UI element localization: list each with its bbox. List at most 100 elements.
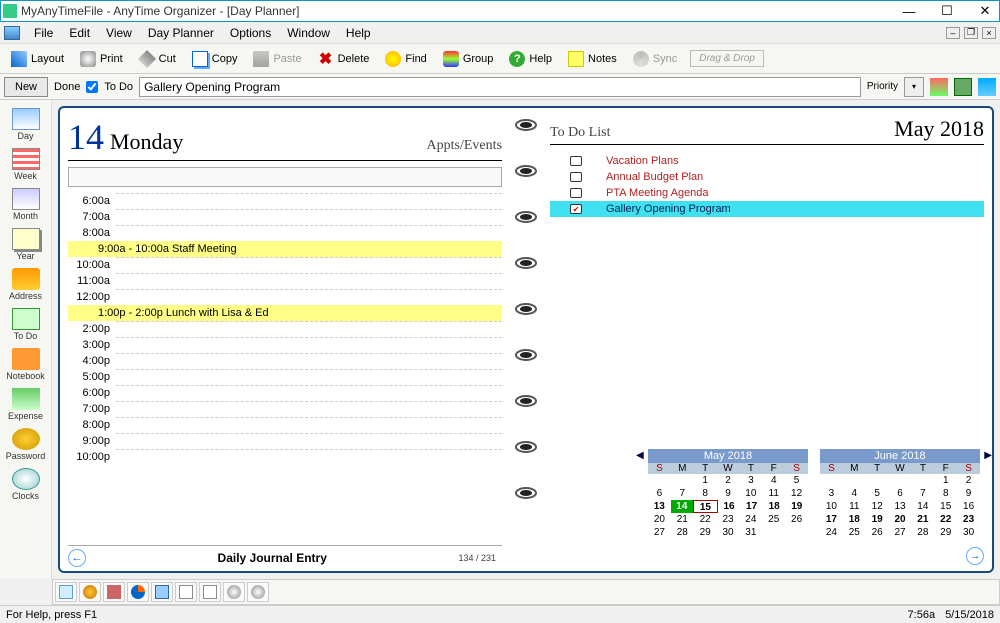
cal-day[interactable]: 21 <box>911 513 934 526</box>
copy-button[interactable]: Copy <box>185 47 245 71</box>
cal-day[interactable]: 13 <box>889 500 912 513</box>
help-button[interactable]: ?Help <box>502 47 559 71</box>
mini-cal-june[interactable]: June 2018 ▶ SMTWTFS123456789101112131415… <box>820 449 980 539</box>
nav-month[interactable]: Month <box>2 184 49 224</box>
cal-day[interactable] <box>820 474 843 487</box>
close-button[interactable]: ✕ <box>973 2 997 20</box>
cal-day[interactable]: 25 <box>762 513 785 526</box>
todo-check[interactable] <box>570 172 582 182</box>
nav-todo[interactable]: To Do <box>2 304 49 344</box>
time-slot[interactable] <box>116 225 502 241</box>
nav-day[interactable]: Day <box>2 104 49 144</box>
cal-day[interactable]: 4 <box>762 474 785 487</box>
cal-prev-button[interactable]: ◀ <box>636 450 644 461</box>
print-button[interactable]: Print <box>73 47 130 71</box>
menu-view[interactable]: View <box>98 24 140 42</box>
paste-button[interactable]: Paste <box>246 47 308 71</box>
cal-day[interactable]: 30 <box>717 526 740 539</box>
bt-4[interactable] <box>127 582 149 602</box>
cal-day[interactable]: 24 <box>820 526 843 539</box>
cal-day[interactable] <box>785 526 808 539</box>
cal-day[interactable]: 17 <box>820 513 843 526</box>
cal-day[interactable] <box>866 474 889 487</box>
nav-year[interactable]: Year <box>2 224 49 264</box>
cal-day[interactable]: 8 <box>694 487 717 500</box>
app-menu-icon[interactable] <box>4 26 20 40</box>
bt-7[interactable] <box>199 582 221 602</box>
time-row[interactable]: 3:00p <box>68 337 502 353</box>
time-slot[interactable] <box>116 209 502 225</box>
cal-day[interactable]: 18 <box>763 500 786 513</box>
bt-6[interactable] <box>175 582 197 602</box>
time-row[interactable]: 11:00a <box>68 273 502 289</box>
delete-button[interactable]: ✖Delete <box>311 47 377 71</box>
nav-notebook[interactable]: Notebook <box>2 344 49 384</box>
tool-icon-c[interactable] <box>978 78 996 96</box>
time-row[interactable]: 8:00p <box>68 417 502 433</box>
cal-day[interactable]: 9 <box>957 487 980 500</box>
tool-icon-b[interactable] <box>954 78 972 96</box>
todo-row[interactable]: PTA Meeting Agenda <box>550 185 984 201</box>
time-row[interactable]: 4:00p <box>68 353 502 369</box>
todo-checkbox[interactable] <box>86 81 98 93</box>
cal-day[interactable]: 16 <box>718 500 741 513</box>
next-day-button[interactable]: → <box>966 547 984 565</box>
todo-check[interactable] <box>570 188 582 198</box>
mdi-minimize[interactable]: – <box>946 27 960 39</box>
prev-day-button[interactable]: ← <box>68 549 86 567</box>
cal-day[interactable]: 5 <box>866 487 889 500</box>
time-slot[interactable] <box>116 337 502 353</box>
cal-day[interactable]: 3 <box>820 487 843 500</box>
cal-day[interactable]: 23 <box>717 513 740 526</box>
layout-button[interactable]: Layout <box>4 47 71 71</box>
nav-password[interactable]: Password <box>2 424 49 464</box>
time-row[interactable]: 10:00a <box>68 257 502 273</box>
cal-day[interactable]: 5 <box>785 474 808 487</box>
cal-day[interactable]: 22 <box>934 513 957 526</box>
cal-day[interactable]: 8 <box>934 487 957 500</box>
cal-day[interactable]: 20 <box>889 513 912 526</box>
nav-address[interactable]: Address <box>2 264 49 304</box>
menu-file[interactable]: File <box>26 24 61 42</box>
cal-day[interactable]: 24 <box>739 513 762 526</box>
new-button[interactable]: New <box>4 77 48 97</box>
notes-button[interactable]: Notes <box>561 47 624 71</box>
cal-day[interactable]: 10 <box>739 487 762 500</box>
todo-check[interactable] <box>570 156 582 166</box>
cal-day[interactable]: 15 <box>934 500 957 513</box>
cal-day[interactable]: 2 <box>957 474 980 487</box>
time-slot[interactable] <box>116 433 502 449</box>
time-row[interactable]: 5:00p <box>68 369 502 385</box>
cal-day[interactable] <box>843 474 866 487</box>
mdi-restore[interactable]: ❐ <box>964 27 978 39</box>
cal-day[interactable]: 25 <box>843 526 866 539</box>
todo-row[interactable]: Vacation Plans <box>550 153 984 169</box>
cal-day[interactable] <box>671 474 694 487</box>
cal-day[interactable]: 13 <box>648 500 671 513</box>
todo-row[interactable]: Annual Budget Plan <box>550 169 984 185</box>
cal-day[interactable]: 19 <box>866 513 889 526</box>
time-slot[interactable] <box>116 401 502 417</box>
cal-day[interactable]: 17 <box>740 500 763 513</box>
cal-day[interactable]: 29 <box>934 526 957 539</box>
minimize-button[interactable]: — <box>897 2 921 20</box>
cal-day[interactable]: 26 <box>866 526 889 539</box>
todo-check[interactable] <box>570 204 582 214</box>
time-slot[interactable] <box>116 193 502 209</box>
cal-day[interactable]: 19 <box>785 500 808 513</box>
cal-day[interactable]: 6 <box>648 487 671 500</box>
cal-day[interactable] <box>648 474 671 487</box>
cal-day[interactable]: 28 <box>911 526 934 539</box>
bt-3[interactable] <box>103 582 125 602</box>
time-slot[interactable] <box>116 369 502 385</box>
cal-day[interactable]: 14 <box>671 500 694 513</box>
menu-help[interactable]: Help <box>338 24 379 42</box>
cal-day[interactable]: 7 <box>671 487 694 500</box>
cal-day[interactable]: 1 <box>694 474 717 487</box>
cal-day[interactable]: 28 <box>671 526 694 539</box>
sync-button[interactable]: Sync <box>626 47 684 71</box>
bt-2[interactable] <box>79 582 101 602</box>
cut-button[interactable]: Cut <box>132 47 183 71</box>
cal-day[interactable]: 26 <box>785 513 808 526</box>
cal-day[interactable]: 9 <box>717 487 740 500</box>
